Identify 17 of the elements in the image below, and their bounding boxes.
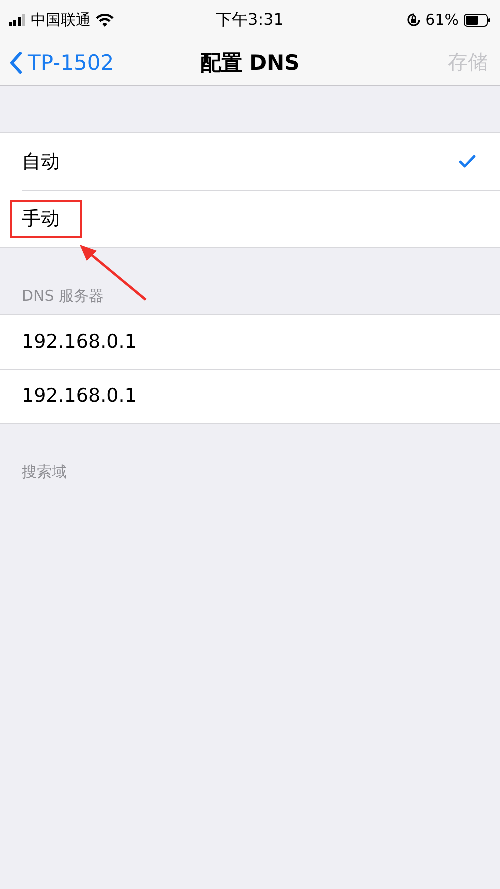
battery-percent: 61% bbox=[426, 11, 459, 29]
carrier-name: 中国联通 bbox=[31, 10, 91, 30]
back-button[interactable]: TP-1502 bbox=[10, 50, 114, 74]
dns-server-field[interactable]: 192.168.0.1 bbox=[22, 385, 137, 407]
page-title: 配置 DNS bbox=[199, 50, 301, 76]
option-row[interactable]: 手动 bbox=[0, 190, 500, 247]
wifi-icon bbox=[96, 14, 114, 26]
status-time: 下午3:31 bbox=[215, 10, 285, 30]
option-row[interactable]: 自动 bbox=[0, 133, 500, 190]
section-header: 搜索域 bbox=[22, 463, 67, 482]
dns-server-field[interactable]: 192.168.0.1 bbox=[22, 331, 137, 353]
section-header: DNS 服务器 bbox=[22, 287, 104, 306]
rotation-lock-icon bbox=[406, 13, 421, 27]
checkmark-icon bbox=[459, 155, 476, 168]
signal-icon bbox=[9, 14, 26, 26]
battery-icon bbox=[464, 14, 491, 26]
back-chevron-icon bbox=[10, 52, 22, 74]
